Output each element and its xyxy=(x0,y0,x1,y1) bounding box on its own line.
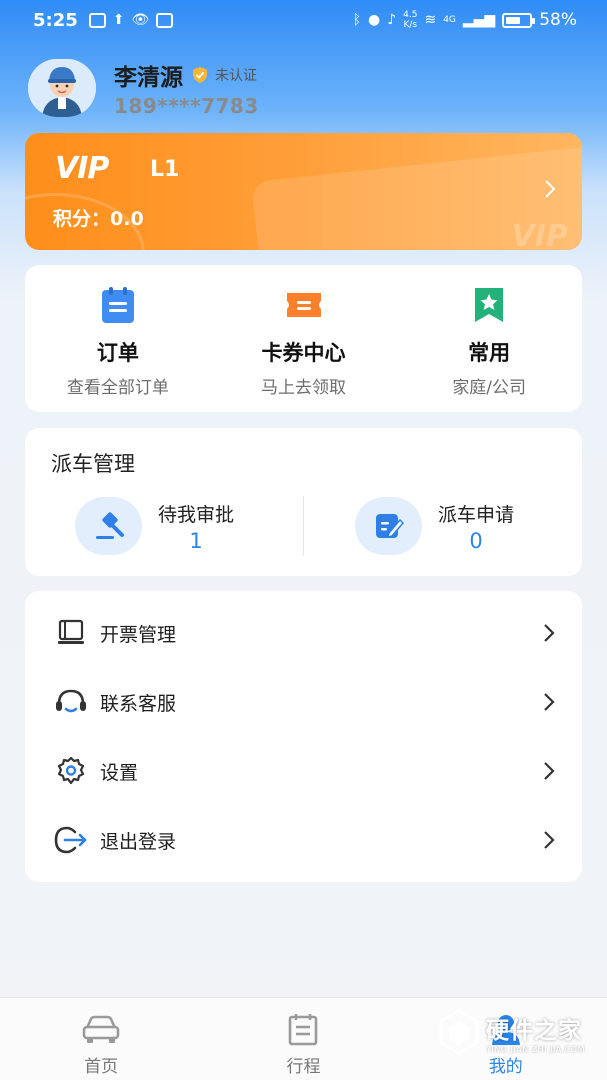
menu-item-customer-service[interactable]: 联系客服 xyxy=(53,672,556,732)
menu-item-logout[interactable]: 退出登录 xyxy=(53,810,556,870)
dispatch-request-count: 0 xyxy=(469,528,483,553)
phone-number: 189****7783 xyxy=(114,94,259,118)
verify-status[interactable]: 未认证 xyxy=(215,65,257,85)
pending-approval-count: 1 xyxy=(189,528,203,553)
quick-action-subtitle: 马上去领取 xyxy=(261,378,346,398)
battery-icon xyxy=(502,12,536,28)
dispatch-title: 派车管理 xyxy=(51,452,135,476)
tab-label: 行程 xyxy=(286,1057,321,1077)
menu-item-label: 设置 xyxy=(100,761,139,784)
chevron-right-icon xyxy=(544,624,555,642)
dispatch-card: 派车管理 待我审批 1 派车申请 0 xyxy=(25,428,582,576)
wifi-icon: ≋ xyxy=(424,12,437,28)
quick-actions-card: 订单 查看全部订单 卡券中心 马上去领取 常用 家庭/公司 xyxy=(25,265,582,412)
dispatch-request-label: 派车申请 xyxy=(438,503,515,526)
tab-trips[interactable]: 行程 xyxy=(202,998,404,1080)
signal-label: 4G xyxy=(443,15,456,25)
vip-points: 积分：0.0 xyxy=(53,204,144,231)
watermark-text: 硬件之家 xyxy=(486,1017,582,1044)
pending-approval-label: 待我审批 xyxy=(158,503,235,526)
location-icon: ● xyxy=(367,12,381,28)
mute-icon: ♪ xyxy=(387,12,397,28)
avatar[interactable] xyxy=(28,59,96,117)
clipboard-icon xyxy=(101,287,134,323)
headset-icon xyxy=(53,684,89,720)
quick-action-orders[interactable]: 订单 查看全部订单 xyxy=(25,265,211,412)
quick-action-title: 常用 xyxy=(468,341,511,365)
battery-level: 58% xyxy=(539,10,577,30)
dispatch-request-button[interactable]: 派车申请 0 xyxy=(355,496,555,556)
tab-label: 首页 xyxy=(84,1057,119,1077)
profile-header[interactable]: 李清源 未认证 189****7783 xyxy=(28,58,259,118)
signal-icon: ▂▄▆ xyxy=(462,12,496,28)
invoice-icon xyxy=(53,615,89,651)
quick-action-title: 订单 xyxy=(96,341,139,365)
points-value: 0.0 xyxy=(110,208,144,230)
gear-icon xyxy=(53,753,89,789)
nfc-icon xyxy=(156,12,174,28)
car-icon xyxy=(82,1015,120,1043)
bluetooth-icon: ᛒ xyxy=(352,12,361,28)
quick-action-subtitle: 家庭/公司 xyxy=(452,378,527,398)
eye-icon: 👁 xyxy=(131,12,150,28)
chevron-right-icon xyxy=(544,693,555,711)
pending-approval-button[interactable]: 待我审批 1 xyxy=(75,496,275,556)
quick-action-coupons[interactable]: 卡券中心 马上去领取 xyxy=(211,265,397,412)
status-bar: 5:25 ⬆ 👁 ᛒ ● ♪ 4.5 K/s ≋ 4G ▂▄▆ 58% xyxy=(0,0,607,40)
divider xyxy=(303,496,304,556)
coupon-icon xyxy=(286,293,321,317)
settings-menu-card: 开票管理 联系客服 设置 退出登录 xyxy=(25,591,582,882)
vip-watermark: VIP xyxy=(511,219,568,250)
menu-item-invoice[interactable]: 开票管理 xyxy=(53,603,556,663)
tab-home[interactable]: 首页 xyxy=(0,998,202,1080)
quick-action-favorites[interactable]: 常用 家庭/公司 xyxy=(396,265,582,412)
menu-item-label: 退出登录 xyxy=(100,830,177,853)
vip-level: L1 xyxy=(150,157,180,182)
shield-check-icon xyxy=(193,67,207,83)
menu-item-settings[interactable]: 设置 xyxy=(53,741,556,801)
app-notification-icon xyxy=(88,12,106,28)
status-time: 5:25 xyxy=(33,9,78,31)
bookmark-star-icon xyxy=(475,288,504,322)
vip-card[interactable]: VIP L1 积分：0.0 VIP xyxy=(25,133,582,250)
gavel-icon xyxy=(75,497,142,555)
user-name: 李清源 xyxy=(114,65,183,91)
menu-item-label: 开票管理 xyxy=(100,623,177,646)
quick-action-title: 卡券中心 xyxy=(261,341,346,365)
chevron-right-icon xyxy=(544,831,555,849)
menu-item-label: 联系客服 xyxy=(100,692,177,715)
quick-action-subtitle: 查看全部订单 xyxy=(66,378,169,398)
vip-logo: VIP xyxy=(55,151,109,186)
watermark-logo-icon xyxy=(439,1009,479,1055)
points-label: 积分： xyxy=(53,208,111,230)
edit-document-icon xyxy=(355,497,422,555)
logout-icon xyxy=(53,822,89,858)
calendar-icon xyxy=(289,1014,318,1046)
net-speed: 4.5 K/s xyxy=(403,10,418,30)
watermark-subtext: YING JIAN ZHI JIA.COM xyxy=(486,1044,585,1054)
chevron-right-icon xyxy=(545,180,556,198)
chevron-right-icon xyxy=(544,762,555,780)
site-watermark: 硬件之家 YING JIAN ZHI JIA.COM xyxy=(438,1006,603,1058)
upload-icon: ⬆ xyxy=(112,12,125,28)
